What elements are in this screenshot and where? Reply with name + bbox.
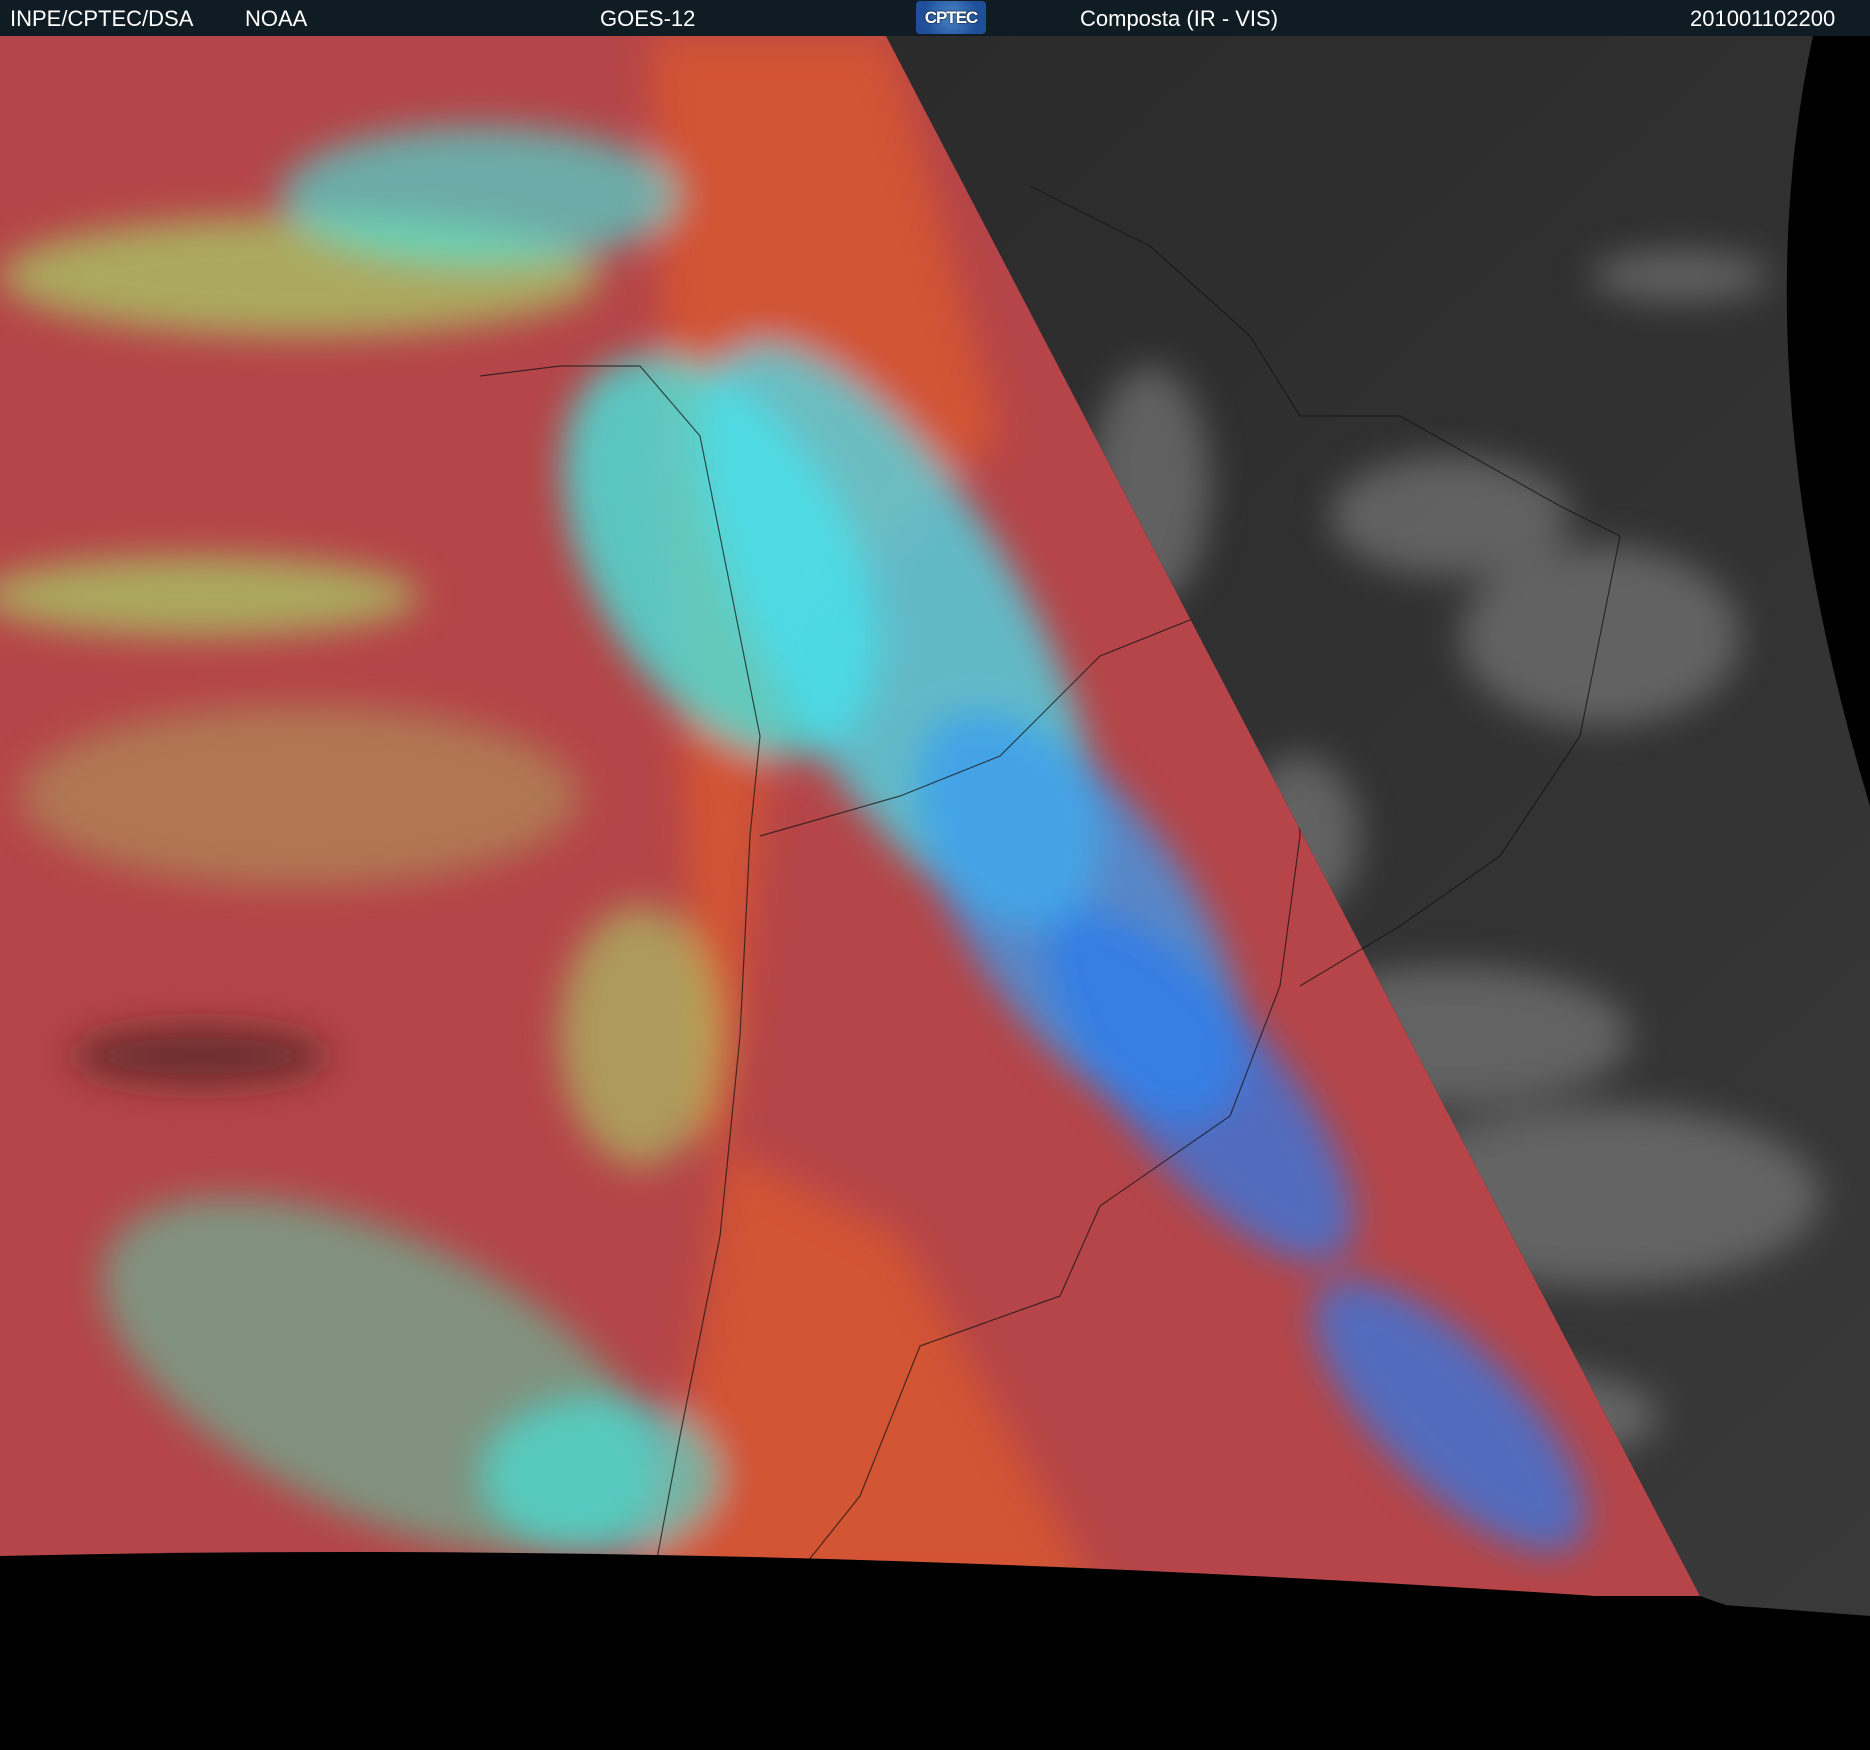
timestamp-label: 201001102200 — [1690, 6, 1836, 31]
product-label: Composta (IR - VIS) — [1080, 6, 1279, 31]
satellite-composite-image — [0, 36, 1870, 1750]
satellite-label: GOES-12 — [600, 6, 696, 31]
org-label: INPE/CPTEC/DSA — [10, 6, 194, 31]
cptec-logo: CPTEC — [916, 1, 986, 34]
agency-label: NOAA — [245, 6, 308, 31]
header-bar: INPE/CPTEC/DSA NOAA GOES-12 CPTEC Compos… — [0, 0, 1870, 36]
